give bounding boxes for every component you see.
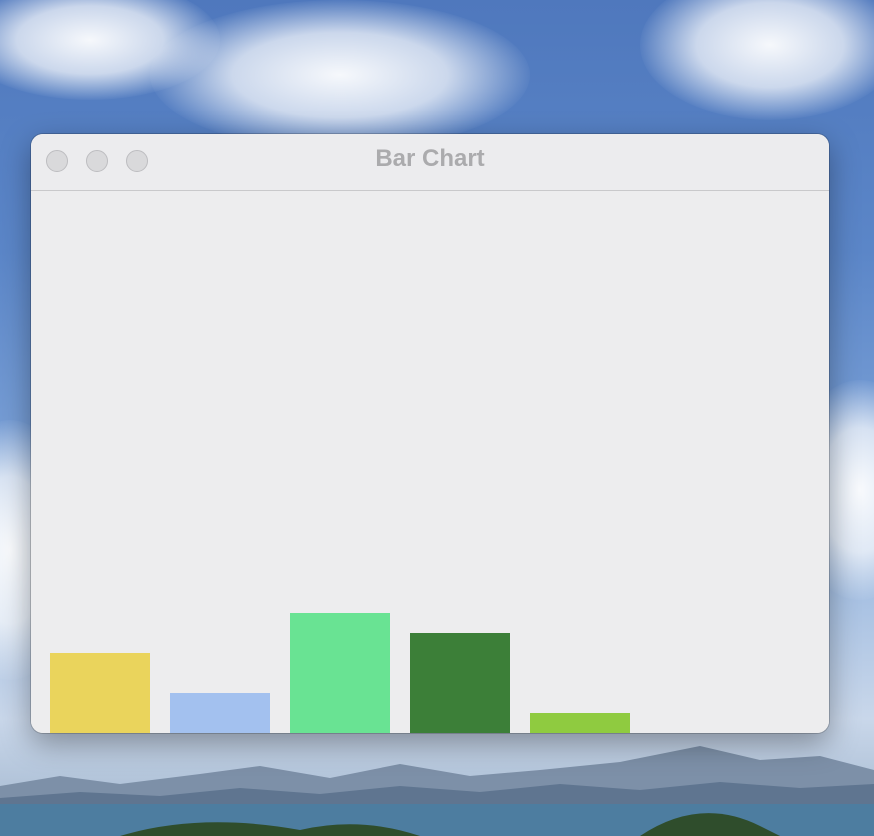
cloud bbox=[640, 0, 874, 120]
bar-5 bbox=[530, 713, 630, 733]
bar-3 bbox=[290, 613, 390, 733]
window-titlebar[interactable]: Bar Chart bbox=[31, 134, 829, 191]
chart-area bbox=[31, 191, 829, 733]
bar-1 bbox=[50, 653, 150, 733]
app-window: Bar Chart bbox=[31, 134, 829, 733]
bar-chart bbox=[50, 613, 630, 733]
cloud bbox=[150, 0, 530, 150]
window-title: Bar Chart bbox=[375, 145, 485, 172]
landscape-hills bbox=[0, 746, 874, 836]
bar-2 bbox=[170, 693, 270, 733]
bar-4 bbox=[410, 633, 510, 733]
